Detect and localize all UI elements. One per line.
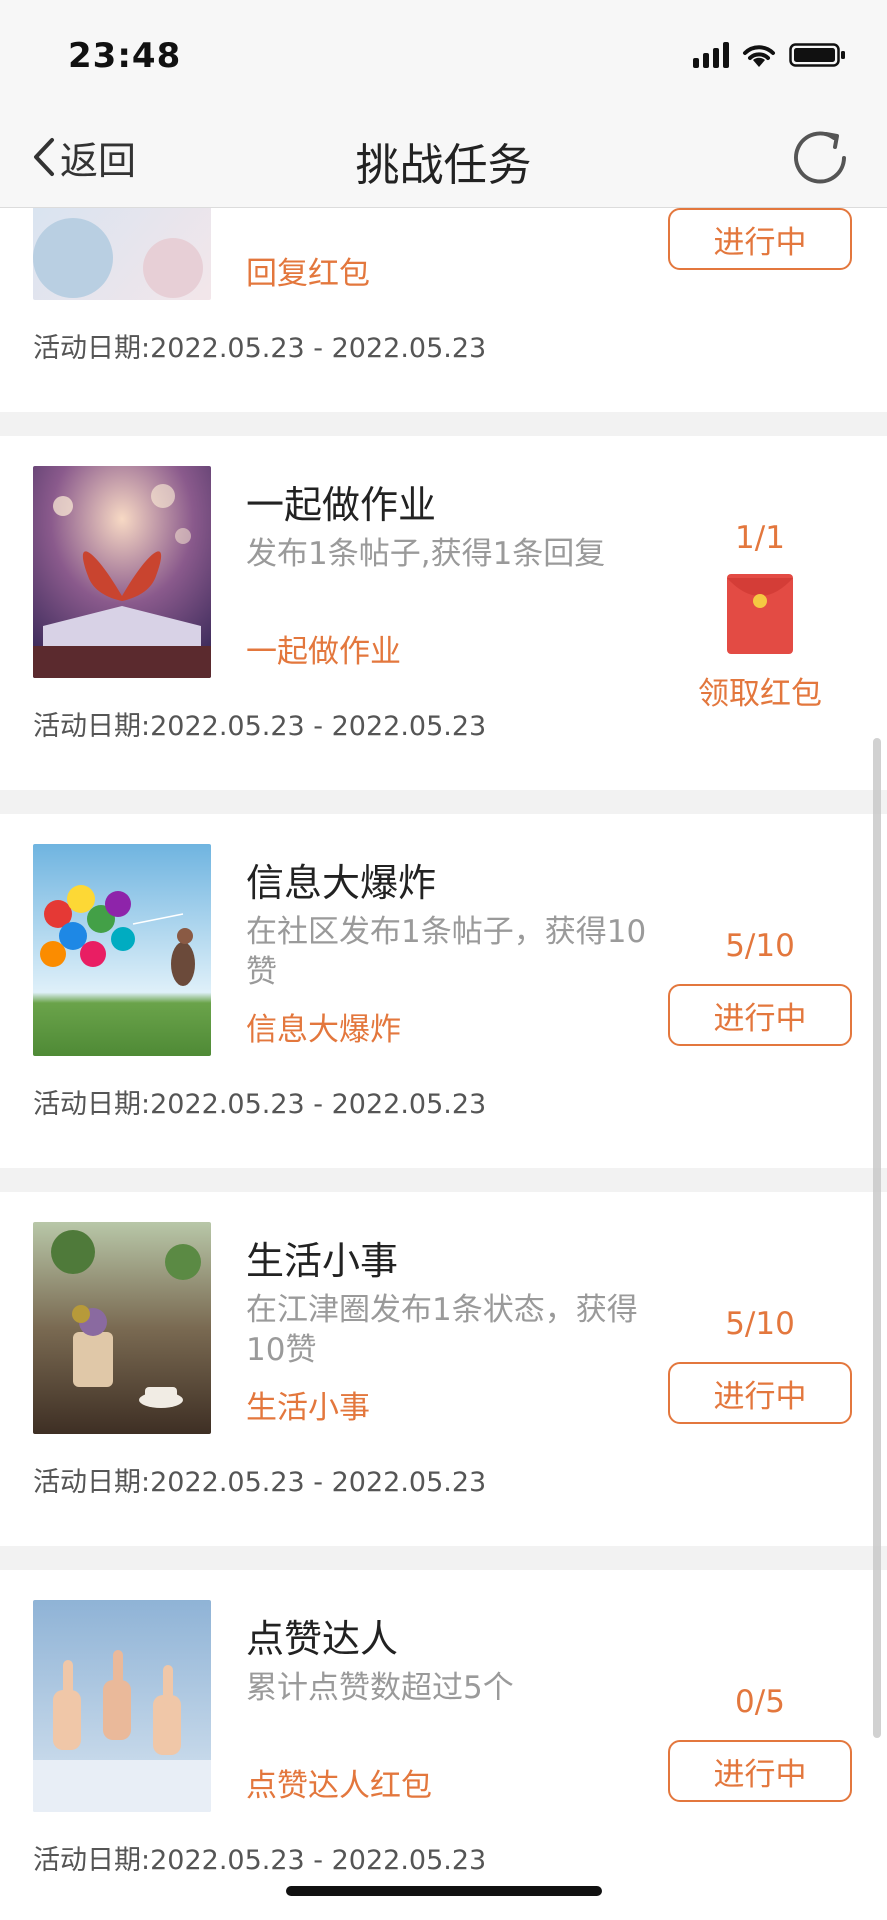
- date-range: 2022.05.23 - 2022.05.23: [150, 711, 487, 742]
- task-card: 回复红包 进行中 活动日期:2022.05.23 - 2022.05.23: [0, 208, 887, 412]
- status-icons: [693, 38, 847, 72]
- status-button[interactable]: 进行中: [668, 984, 852, 1046]
- page-title: 挑战任务: [355, 140, 532, 191]
- date-label: 活动日期:: [33, 1089, 151, 1120]
- task-thumbnail: [33, 844, 211, 1056]
- date-label: 活动日期:: [33, 333, 151, 364]
- navigation-bar: 返回 挑战任务: [0, 105, 887, 208]
- date-range: 2022.05.23 - 2022.05.23: [150, 1845, 487, 1876]
- task-thumbnail: [33, 208, 211, 300]
- red-packet-icon[interactable]: [727, 574, 793, 654]
- task-progress: 0/5: [735, 1684, 785, 1720]
- refresh-icon[interactable]: [785, 123, 855, 193]
- task-name: 点赞达人: [246, 1617, 399, 1661]
- task-thumbnail: [33, 466, 211, 678]
- reward-link[interactable]: 回复红包: [246, 248, 370, 293]
- task-card: 生活小事 在江津圈发布1条状态，获得10赞 生活小事 5/10 进行中 活动日期…: [0, 1192, 887, 1546]
- reward-link[interactable]: 点赞达人红包: [246, 1760, 432, 1805]
- task-date: 活动日期:2022.05.23 - 2022.05.23: [33, 1838, 486, 1877]
- scrollbar[interactable]: [873, 738, 881, 1738]
- task-card: 点赞达人 累计点赞数超过5个 点赞达人红包 0/5 进行中 活动日期:2022.…: [0, 1570, 887, 1920]
- date-range: 2022.05.23 - 2022.05.23: [150, 1089, 487, 1120]
- task-progress: 1/1: [735, 520, 785, 556]
- home-indicator[interactable]: [286, 1886, 602, 1896]
- task-thumbnail: [33, 1600, 211, 1812]
- wifi-icon: [743, 45, 775, 67]
- date-range: 2022.05.23 - 2022.05.23: [150, 1467, 487, 1498]
- task-name: 信息大爆炸: [246, 861, 437, 905]
- task-thumbnail: [33, 1222, 211, 1434]
- battery-icon: [789, 43, 845, 67]
- task-description: 在江津圈发布1条状态，获得10赞: [246, 1292, 638, 1368]
- reward-link[interactable]: 生活小事: [246, 1382, 370, 1427]
- reward-link[interactable]: 信息大爆炸: [246, 1004, 401, 1049]
- task-name: 一起做作业: [246, 483, 437, 527]
- status-button[interactable]: 进行中: [668, 1740, 852, 1802]
- claim-red-packet-button[interactable]: 领取红包: [668, 668, 852, 713]
- task-description: 在社区发布1条帖子，获得10赞: [246, 914, 647, 990]
- task-description: 累计点赞数超过5个: [246, 1670, 514, 1706]
- task-card: 信息大爆炸 在社区发布1条帖子，获得10赞 信息大爆炸 5/10 进行中 活动日…: [0, 814, 887, 1168]
- task-name: 生活小事: [246, 1239, 399, 1283]
- cellular-signal-icon: [693, 42, 729, 68]
- task-card: 一起做作业 发布1条帖子,获得1条回复 一起做作业 1/1 领取红包 活动日期:…: [0, 436, 887, 790]
- task-date: 活动日期:2022.05.23 - 2022.05.23: [33, 1082, 486, 1121]
- task-progress: 5/10: [725, 928, 795, 964]
- status-time: 23:48: [68, 36, 182, 76]
- reward-link[interactable]: 一起做作业: [246, 626, 401, 671]
- date-label: 活动日期:: [33, 711, 151, 742]
- task-description: 发布1条帖子,获得1条回复: [246, 536, 606, 572]
- date-range: 2022.05.23 - 2022.05.23: [150, 333, 487, 364]
- task-date: 活动日期:2022.05.23 - 2022.05.23: [33, 326, 486, 365]
- status-button[interactable]: 进行中: [668, 1362, 852, 1424]
- date-label: 活动日期:: [33, 1845, 151, 1876]
- task-list[interactable]: 回复红包 进行中 活动日期:2022.05.23 - 2022.05.23 一起…: [0, 208, 887, 1920]
- date-label: 活动日期:: [33, 1467, 151, 1498]
- task-progress: 5/10: [725, 1306, 795, 1342]
- status-bar: 23:48: [0, 0, 887, 105]
- status-button[interactable]: 进行中: [668, 208, 852, 270]
- task-date: 活动日期:2022.05.23 - 2022.05.23: [33, 704, 486, 743]
- task-date: 活动日期:2022.05.23 - 2022.05.23: [33, 1460, 486, 1499]
